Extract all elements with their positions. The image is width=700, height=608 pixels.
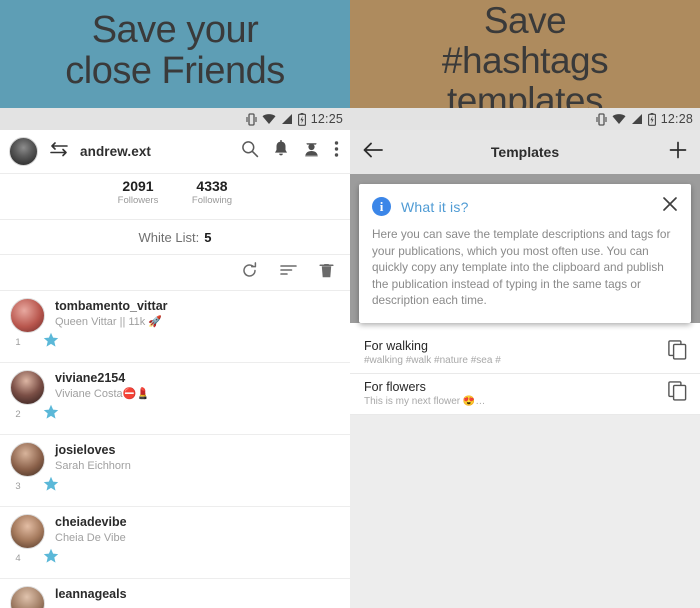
favorite-star-icon[interactable] <box>43 548 59 569</box>
user-list: tombamento_vittar Queen Vittar || 11k 🚀 … <box>0 291 350 608</box>
stat-followers[interactable]: 2091 Followers <box>112 178 164 207</box>
refresh-icon[interactable] <box>241 261 258 284</box>
what-it-is-dialog: i What it is? Here you can save the temp… <box>359 184 691 323</box>
favorite-star-icon[interactable] <box>43 404 59 425</box>
following-label: Following <box>191 195 233 206</box>
white-list-count: 5 <box>204 229 212 245</box>
right-status-bar: 12:28 <box>350 108 700 130</box>
list-item[interactable]: For walking #walking #walk #nature #sea … <box>350 332 700 374</box>
close-icon[interactable] <box>662 196 678 217</box>
row-index: 2 <box>15 409 21 420</box>
list-item[interactable]: For flowers This is my next flower 😍… <box>350 373 700 415</box>
search-icon[interactable] <box>241 140 259 163</box>
battery-charging-icon <box>297 112 306 126</box>
templates-empty-area <box>350 414 700 608</box>
info-dialog-wrapper: i What it is? Here you can save the temp… <box>350 174 700 323</box>
user-subtitle: Sarah Eichhorn <box>55 460 131 472</box>
signal-icon <box>631 113 643 125</box>
user-name: josieloves <box>55 443 116 457</box>
white-list-row[interactable]: White List: 5 <box>0 220 350 255</box>
favorite-star-icon[interactable] <box>43 476 59 497</box>
avatar <box>10 442 45 477</box>
templates-app-bar: Templates <box>350 130 700 174</box>
stat-following[interactable]: 4338 Following <box>186 178 238 207</box>
list-item[interactable]: tombamento_vittar Queen Vittar || 11k 🚀 … <box>0 291 350 363</box>
dialog-header: i What it is? <box>372 196 678 217</box>
list-item[interactable]: leannageals <box>0 579 350 608</box>
left-app-bar: andrew.ext <box>0 130 350 174</box>
user-name: viviane2154 <box>55 371 126 385</box>
sort-icon[interactable] <box>280 263 297 282</box>
left-status-bar: 12:25 <box>0 108 350 130</box>
list-item[interactable]: cheiadevibe Cheia De Vibe 4 <box>0 507 350 579</box>
template-subtitle: #walking #walk #nature #sea # <box>364 355 501 366</box>
left-status-time: 12:25 <box>310 112 343 126</box>
row-index: 4 <box>15 553 21 564</box>
vibrate-icon <box>246 112 257 126</box>
template-text-block: For walking #walking #walk #nature #sea … <box>364 338 501 367</box>
user-subtitle: Queen Vittar || 11k 🚀 <box>55 316 163 328</box>
swap-accounts-icon[interactable] <box>49 141 69 162</box>
right-status-time: 12:28 <box>660 112 693 126</box>
user-name: leannageals <box>55 587 127 601</box>
avatar <box>10 514 45 549</box>
followers-count: 2091 <box>122 178 154 194</box>
avatar <box>10 370 45 405</box>
notifications-bell-icon[interactable] <box>273 140 289 163</box>
row-index: 3 <box>15 481 21 492</box>
white-list-label: White List: <box>138 229 200 245</box>
copy-icon[interactable] <box>668 381 687 406</box>
template-subtitle: This is my next flower 😍… <box>364 396 486 407</box>
left-screen: Save your close Friends 12:25 andrew.ext… <box>0 0 350 608</box>
profile-stats: 2091 Followers 4338 Following <box>0 174 350 220</box>
page-title: Templates <box>490 144 560 160</box>
dual-screenshot-container: Save your close Friends 12:25 andrew.ext… <box>0 0 700 608</box>
favorite-star-icon[interactable] <box>43 332 59 353</box>
followers-label: Followers <box>117 195 159 206</box>
left-appbar-actions <box>241 140 341 163</box>
overflow-menu-icon[interactable] <box>334 140 339 163</box>
template-title: For flowers <box>364 380 426 394</box>
wifi-icon <box>612 113 626 125</box>
account-agent-icon[interactable] <box>303 140 320 163</box>
list-toolbar <box>0 255 350 291</box>
avatar <box>10 298 45 333</box>
info-icon: i <box>372 197 391 216</box>
left-promo-banner: Save your close Friends <box>0 0 350 108</box>
templates-list: For walking #walking #walk #nature #sea … <box>350 332 700 415</box>
list-item[interactable]: josieloves Sarah Eichhorn 3 <box>0 435 350 507</box>
battery-charging-icon <box>647 112 656 126</box>
left-promo-text: Save your close Friends <box>65 8 285 92</box>
wifi-icon <box>262 113 276 125</box>
templates-screen-body: Templates i What it is? Here you can sav… <box>350 130 700 608</box>
dialog-body-text: Here you can save the template descripti… <box>372 227 671 307</box>
right-promo-text: Save #hashtags templates <box>441 0 609 108</box>
row-index: 1 <box>15 337 21 348</box>
account-username: andrew.ext <box>80 144 152 159</box>
copy-icon[interactable] <box>668 340 687 365</box>
user-name: cheiadevibe <box>55 515 127 529</box>
vibrate-icon <box>596 112 607 126</box>
add-plus-icon[interactable] <box>669 141 687 164</box>
right-promo-banner: Save #hashtags templates <box>350 0 700 108</box>
back-arrow-icon[interactable] <box>363 142 383 163</box>
template-title: For walking <box>364 339 428 353</box>
user-subtitle: Viviane Costa⛔💄 <box>55 388 151 400</box>
profile-avatar[interactable] <box>9 137 38 166</box>
dialog-title: What it is? <box>401 198 469 215</box>
template-text-block: For flowers This is my next flower 😍… <box>364 379 485 408</box>
signal-icon <box>281 113 293 125</box>
list-item[interactable]: viviane2154 Viviane Costa⛔💄 2 <box>0 363 350 435</box>
following-count: 4338 <box>196 178 228 194</box>
user-name: tombamento_vittar <box>55 299 168 313</box>
right-screen: Save #hashtags templates 12:28 Templates… <box>350 0 700 608</box>
user-subtitle: Cheia De Vibe <box>55 532 126 544</box>
delete-trash-icon[interactable] <box>319 262 334 284</box>
avatar <box>10 586 45 608</box>
